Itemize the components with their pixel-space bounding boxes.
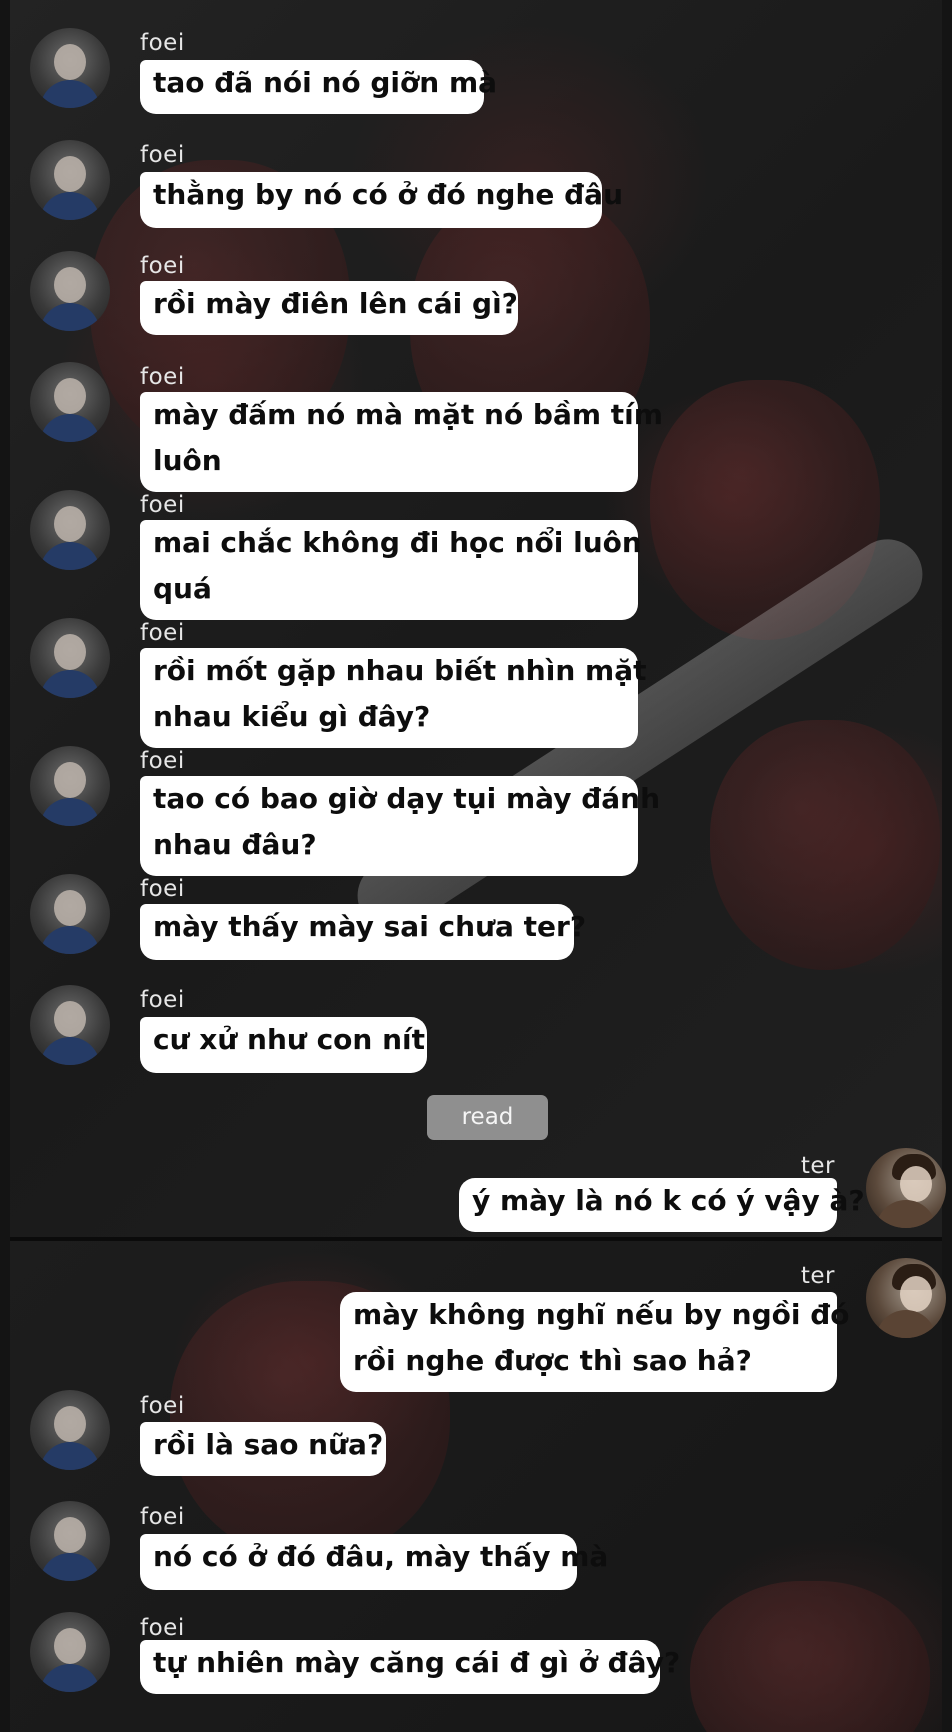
message-line: luôn	[153, 444, 222, 477]
foei-avatar-icon[interactable]	[30, 140, 110, 220]
message-line: tao có bao giờ dạy tụi mày đánh	[153, 782, 661, 815]
foei-avatar-icon[interactable]	[30, 1612, 110, 1692]
message-line: rồi mày điên lên cái gì?	[153, 287, 518, 320]
message-line: thằng by nó có ở đó nghe đâu	[153, 178, 624, 211]
sender-name: foei	[140, 987, 185, 1013]
message-bubble[interactable]: ý mày là nó k có ý vậy à?	[459, 1178, 865, 1232]
sender-name: foei	[140, 1615, 185, 1641]
foei-avatar-icon[interactable]	[30, 874, 110, 954]
message-line: ý mày là nó k có ý vậy à?	[472, 1184, 865, 1217]
sender-name: foei	[140, 1393, 185, 1419]
message-line: mày thấy mày sai chưa ter?	[153, 910, 587, 943]
message-line: rồi mốt gặp nhau biết nhìn mặt	[153, 654, 647, 687]
sender-name: foei	[140, 748, 185, 774]
sender-name: foei	[140, 253, 185, 279]
message-bubble[interactable]: mày đấm nó mà mặt nó bầm tím luôn	[140, 392, 663, 492]
message-line: mai chắc không đi học nổi luôn	[153, 526, 642, 559]
foei-avatar-icon[interactable]	[30, 1390, 110, 1470]
message-line: cư xử như con nít	[153, 1023, 426, 1056]
message-bubble[interactable]: rồi mốt gặp nhau biết nhìn mặt nhau kiểu…	[140, 648, 647, 748]
read-receipt: read	[427, 1095, 548, 1140]
message-bubble[interactable]: mày không nghĩ nếu by ngồi đó rồi nghe đ…	[340, 1292, 850, 1392]
chat-screen: foei tao đã nói nó giỡn mà foei thằng by…	[0, 0, 952, 1732]
message-line: rồi nghe được thì sao hả?	[353, 1344, 752, 1377]
foei-avatar-icon[interactable]	[30, 746, 110, 826]
message-bubble[interactable]: rồi là sao nữa?	[140, 1422, 386, 1476]
sender-name: foei	[140, 620, 185, 646]
foei-avatar-icon[interactable]	[30, 985, 110, 1065]
message-line: mày đấm nó mà mặt nó bầm tím	[153, 398, 663, 431]
foei-avatar-icon[interactable]	[30, 28, 110, 108]
sender-name: foei	[140, 492, 185, 518]
message-bubble[interactable]: tao có bao giờ dạy tụi mày đánh nhau đâu…	[140, 776, 661, 876]
sender-name: foei	[140, 876, 185, 902]
message-line: nó có ở đó đâu, mày thấy mà	[153, 1540, 609, 1573]
message-bubble[interactable]: nó có ở đó đâu, mày thấy mà	[140, 1534, 609, 1590]
ter-avatar-icon[interactable]	[866, 1148, 946, 1228]
message-bubble[interactable]: mai chắc không đi học nổi luôn quá	[140, 520, 642, 620]
message-line: tao đã nói nó giỡn mà	[153, 66, 498, 99]
foei-avatar-icon[interactable]	[30, 490, 110, 570]
message-line: tự nhiên mày căng cái đ gì ở đây?	[153, 1646, 681, 1679]
message-line: nhau đâu?	[153, 828, 317, 861]
message-line: mày không nghĩ nếu by ngồi đó	[353, 1298, 850, 1331]
message-bubble[interactable]: cư xử như con nít	[140, 1017, 427, 1073]
sender-name: ter	[800, 1153, 835, 1179]
foei-avatar-icon[interactable]	[30, 251, 110, 331]
message-line: nhau kiểu gì đây?	[153, 700, 431, 733]
background-decoration	[690, 1581, 930, 1732]
foei-avatar-icon[interactable]	[30, 362, 110, 442]
sender-name: foei	[140, 1504, 185, 1530]
message-bubble[interactable]: mày thấy mày sai chưa ter?	[140, 904, 587, 960]
sender-name: foei	[140, 364, 185, 390]
message-line: rồi là sao nữa?	[153, 1428, 384, 1461]
ter-avatar-icon[interactable]	[866, 1258, 946, 1338]
message-line: quá	[153, 572, 212, 605]
sender-name: ter	[800, 1263, 835, 1289]
foei-avatar-icon[interactable]	[30, 618, 110, 698]
sender-name: foei	[140, 30, 185, 56]
message-bubble[interactable]: tự nhiên mày căng cái đ gì ở đây?	[140, 1640, 681, 1694]
sender-name: foei	[140, 142, 185, 168]
foei-avatar-icon[interactable]	[30, 1501, 110, 1581]
message-bubble[interactable]: thằng by nó có ở đó nghe đâu	[140, 172, 624, 228]
background-decoration	[710, 720, 940, 970]
message-bubble[interactable]: tao đã nói nó giỡn mà	[140, 60, 498, 114]
message-bubble[interactable]: rồi mày điên lên cái gì?	[140, 281, 518, 335]
